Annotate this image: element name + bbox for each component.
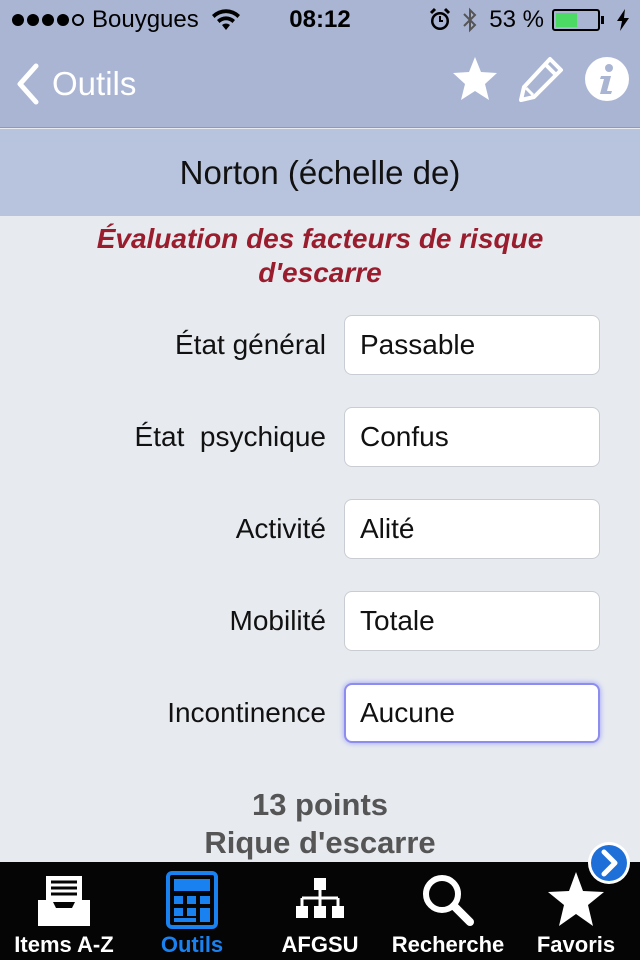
status-right: 53 % [429, 6, 630, 34]
charging-bolt-icon [617, 9, 629, 31]
tab-outils[interactable]: Outils [128, 862, 256, 960]
field-label: Mobilité [229, 605, 326, 636]
tab-recherche[interactable]: Recherche [384, 862, 512, 960]
field-label: Activité [235, 513, 326, 544]
row-activite: Activité Alité [0, 499, 640, 559]
subtitle-line-1: Évaluation des facteurs de risque [96, 223, 544, 254]
inbox-tray-icon [38, 876, 90, 926]
chevron-left-icon [17, 63, 39, 105]
mobilite-field[interactable]: Totale [344, 591, 600, 651]
battery-icon [552, 9, 604, 31]
etat-psychique-field[interactable]: Confus [344, 407, 600, 467]
chevron-right-circle-icon[interactable] [586, 840, 632, 886]
field-label: État général [175, 329, 326, 360]
row-mobilite: Mobilité Totale [0, 591, 640, 651]
incontinence-field[interactable]: Aucune [344, 683, 600, 743]
navigation-bar: Outils [0, 40, 640, 128]
alarm-icon [430, 7, 451, 30]
tab-label: Outils [160, 932, 224, 957]
calculator-icon [166, 871, 218, 929]
tab-label: Items A-Z [14, 932, 114, 957]
status-bar: Bouygues 08:12 53 % [0, 0, 640, 40]
battery-percent: 53 % [489, 6, 544, 33]
row-etat-general: État général Passable [0, 315, 640, 375]
star-icon[interactable] [450, 54, 500, 104]
tab-label: AFGSU [281, 932, 359, 957]
search-icon [423, 875, 474, 926]
page-title: Norton (échelle de) [0, 129, 640, 216]
org-chart-icon [296, 878, 344, 918]
pencil-icon[interactable] [516, 54, 566, 104]
etat-general-field[interactable]: Passable [344, 315, 600, 375]
info-icon[interactable] [582, 54, 632, 104]
back-button[interactable]: Outils [14, 62, 136, 106]
tab-label: Favoris [536, 932, 616, 957]
nav-actions [450, 54, 632, 104]
score-result: 13 points Rique d'escarre [0, 786, 640, 862]
tab-label: Recherche [391, 932, 505, 957]
field-label: État psychique [134, 421, 326, 452]
section-subtitle: Évaluation des facteurs de risque d'esca… [0, 222, 640, 290]
field-label: Incontinence [167, 697, 326, 728]
row-incontinence: Incontinence Aucune [0, 683, 640, 743]
row-etat-psychique: État psychique Confus [0, 407, 640, 467]
bluetooth-icon [463, 7, 477, 33]
activite-field[interactable]: Alité [344, 499, 600, 559]
battery-level [556, 13, 578, 27]
tab-bar: Items A-Z Outils AFGSU Recherche Favoris [0, 862, 640, 960]
risk-level: Rique d'escarre [204, 825, 436, 860]
subtitle-line-2: d'escarre [258, 257, 382, 288]
back-label: Outils [52, 65, 137, 102]
tab-afgsu[interactable]: AFGSU [256, 862, 384, 960]
score-points: 13 points [251, 787, 389, 822]
tab-items-a-z[interactable]: Items A-Z [0, 862, 128, 960]
